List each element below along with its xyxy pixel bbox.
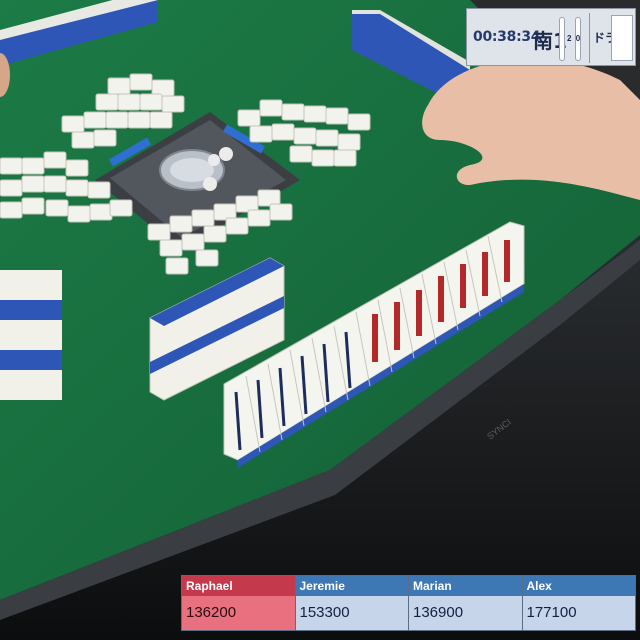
player-score: 136200 xyxy=(182,596,295,630)
player-name: Alex xyxy=(522,576,635,596)
player-score-panel: Raphael 136200 xyxy=(182,576,296,630)
dora-tile-icon xyxy=(611,15,633,61)
player-score: 136900 xyxy=(409,596,522,630)
player-score: 177100 xyxy=(522,596,635,630)
player-score: 153300 xyxy=(295,596,408,630)
mahjong-table-scene: SYNCI xyxy=(0,0,640,640)
player-name: Marian xyxy=(409,576,522,596)
scoreboard: Raphael 136200 Jeremie 153300 Marian 136900 Al… xyxy=(181,575,636,631)
round-hud: 00:38:34 南1 2 0 ドラ xyxy=(466,8,636,66)
player-name: Jeremie xyxy=(295,576,408,596)
player-name: Raphael xyxy=(182,576,295,596)
player-score-panel: Jeremie 153300 xyxy=(295,576,409,630)
player-score-panel: Marian 136900 xyxy=(409,576,523,630)
player-score-panel: Alex 177100 xyxy=(522,576,635,630)
honba-stick-icon xyxy=(559,17,565,61)
wall-left xyxy=(0,270,62,400)
hud-divider xyxy=(589,13,590,63)
game-timer: 00:38:34 xyxy=(473,29,541,45)
counter-sticks: 2 0 xyxy=(555,17,591,61)
stick-counts: 2 0 xyxy=(567,34,582,43)
